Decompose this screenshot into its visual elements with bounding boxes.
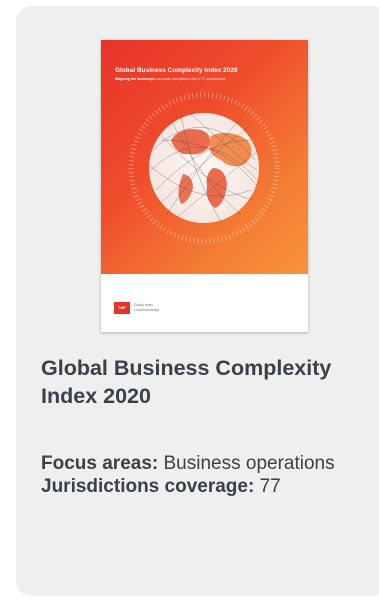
report-card[interactable]: Global Business Complexity Index 2020 Ma… xyxy=(16,6,379,596)
tmf-logo: TMF xyxy=(114,302,130,314)
focus-areas-label: Focus areas: xyxy=(41,453,159,474)
focus-areas-value: Business operations xyxy=(158,453,335,474)
cover-footer: TMF Global reach Local knowledge xyxy=(101,274,308,332)
tmf-tagline: Global reach Local knowledge xyxy=(134,303,159,312)
jurisdictions-coverage: Jurisdictions coverage: 77 xyxy=(41,475,341,498)
report-title[interactable]: Global Business Complexity Index 2020 xyxy=(41,354,341,410)
report-cover-image[interactable]: Global Business Complexity Index 2020 Ma… xyxy=(101,40,308,332)
tmf-tagline-line2: Local knowledge xyxy=(134,307,160,312)
jurisdictions-coverage-value: 77 xyxy=(254,476,281,497)
jurisdictions-coverage-label: Jurisdictions coverage: xyxy=(41,476,255,497)
focus-areas: Focus areas: Business operations xyxy=(41,452,341,475)
report-meta: Focus areas: Business operations Jurisdi… xyxy=(41,452,341,498)
cover-artwork: Global Business Complexity Index 2020 Ma… xyxy=(101,40,308,274)
globe-network-icon xyxy=(128,92,280,244)
